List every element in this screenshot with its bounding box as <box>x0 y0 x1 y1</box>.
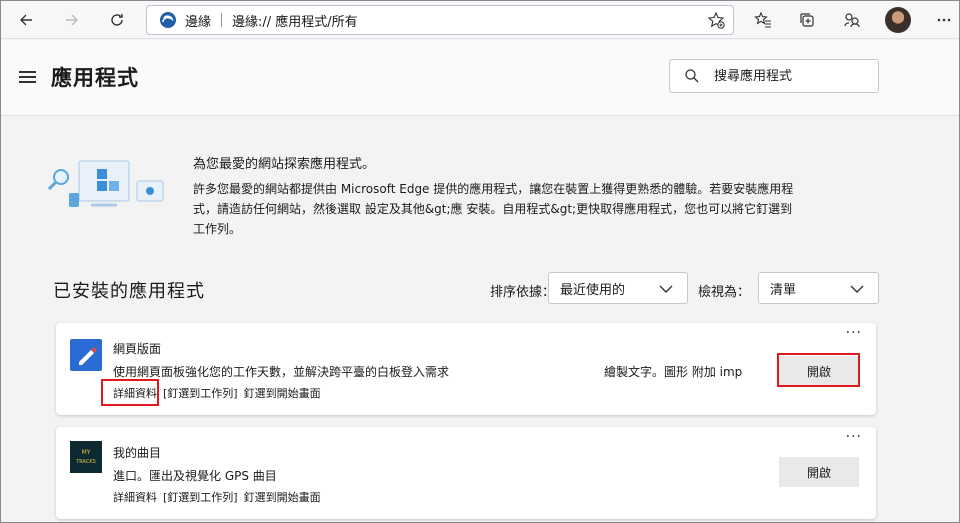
app-description: 使用網頁面板強化您的工作天數，並解決跨平臺的白板登入需求 <box>113 365 450 379</box>
my-tracks-app-icon: MY TRACKS <box>70 441 102 473</box>
page-title: 應用程式 <box>51 66 139 90</box>
sort-label: 排序依據： <box>490 285 556 300</box>
details-link[interactable]: 詳細資料 <box>113 489 157 505</box>
edge-logo-icon <box>160 12 176 28</box>
apps-illustration-icon <box>47 160 164 207</box>
open-button-highlight <box>777 353 860 387</box>
view-select[interactable]: 清單 <box>758 272 879 304</box>
menu-icon[interactable] <box>19 71 36 83</box>
pin-taskbar-link[interactable]: [釘選到工作列] <box>163 489 238 505</box>
browser-toolbar: 邊緣 邊緣:// 應用程式/所有 <box>1 1 959 39</box>
favorites-icon[interactable] <box>748 5 778 35</box>
app-links: 詳細資料 [釘選到工作列] 釘選到開始畫面 <box>113 489 321 505</box>
sort-select[interactable]: 最近使用的 <box>548 272 688 304</box>
collections-icon[interactable] <box>792 5 822 35</box>
avatar[interactable] <box>885 7 911 33</box>
address-separator <box>221 13 223 27</box>
installed-apps-title: 已安裝的應用程式 <box>53 281 205 302</box>
app-name: 我的曲目 <box>113 446 162 460</box>
refresh-icon[interactable] <box>102 5 132 35</box>
app-card: ··· MY TRACKS 我的曲目 進口。匯出及視覺化 GPS 曲目 詳細資料… <box>56 427 876 519</box>
app-extra-text: 繪製文字。圖形 附加 imp <box>604 365 743 379</box>
url-text[interactable]: 邊緣:// 應用程式/所有 <box>232 11 358 30</box>
app-card: ··· 網頁版面 使用網頁面板強化您的工作天數，並解決跨平臺的白板登入需求 繪製… <box>56 323 876 415</box>
search-box[interactable] <box>669 59 879 93</box>
svg-text:TRACKS: TRACKS <box>75 459 96 465</box>
view-value: 清單 <box>770 282 797 298</box>
whiteboard-app-icon <box>70 339 102 371</box>
search-input[interactable] <box>714 68 864 84</box>
intro-body: 許多您最愛的網站都提供由 Microsoft Edge 提供的應用程式，讓您在裝… <box>193 182 794 236</box>
pin-taskbar-link[interactable]: [釘選到工作列] <box>163 385 238 401</box>
intro-title: 為您最愛的網站探索應用程式。 <box>193 157 376 172</box>
chevron-down-icon <box>850 285 864 293</box>
more-icon[interactable] <box>929 5 959 35</box>
app-name: 網頁版面 <box>113 342 162 356</box>
pin-start-link[interactable]: 釘選到開始畫面 <box>244 489 321 505</box>
search-icon <box>685 69 699 83</box>
more-options-icon[interactable]: ··· <box>846 325 862 341</box>
app-description: 進口。匯出及視覺化 GPS 曲目 <box>113 469 277 483</box>
pin-start-link[interactable]: 釘選到開始畫面 <box>244 385 321 401</box>
profile-switch-icon[interactable] <box>837 5 867 35</box>
chevron-down-icon <box>659 285 673 293</box>
svg-text:MY: MY <box>82 449 91 456</box>
details-highlight <box>101 379 159 406</box>
page-header: 應用程式 <box>1 40 959 116</box>
back-arrow-icon[interactable] <box>11 5 41 35</box>
sort-value: 最近使用的 <box>560 282 626 298</box>
more-options-icon[interactable]: ··· <box>846 429 862 445</box>
address-bar[interactable]: 邊緣 邊緣:// 應用程式/所有 <box>146 5 734 35</box>
view-label: 檢視為： <box>698 285 751 300</box>
open-button[interactable]: 開啟 <box>779 457 859 487</box>
forward-arrow-icon[interactable] <box>57 5 87 35</box>
site-name: 邊緣 <box>185 14 212 30</box>
add-favorite-icon[interactable] <box>707 11 725 33</box>
